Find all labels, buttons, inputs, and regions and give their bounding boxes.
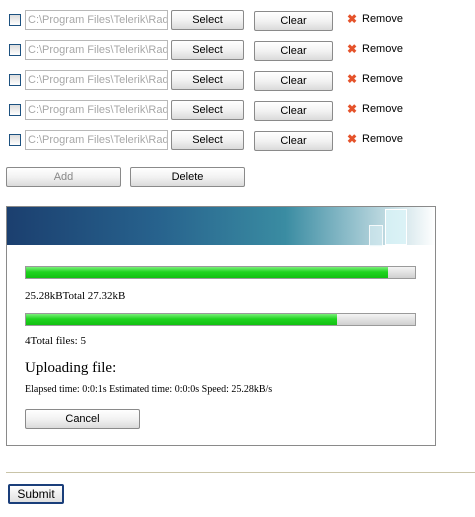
select-button[interactable]: Select: [171, 130, 244, 150]
remove-icon[interactable]: ✖: [346, 103, 358, 115]
row-checkbox[interactable]: [9, 134, 21, 146]
remove-link[interactable]: Remove: [362, 133, 403, 145]
file-path-input[interactable]: C:\Program Files\Telerik\RadC: [25, 100, 168, 120]
delete-button[interactable]: Delete: [130, 167, 245, 187]
files-progress-fill: [26, 314, 338, 325]
upload-row: C:\Program Files\Telerik\RadC Select Clear…: [9, 70, 469, 92]
files-progress-text: 4Total files: 5: [25, 335, 86, 347]
progress-header: [7, 207, 435, 247]
files-progress-bar: [25, 313, 416, 326]
upload-row: C:\Program Files\Telerik\RadC Select Clear…: [9, 10, 469, 32]
remove-icon[interactable]: ✖: [346, 133, 358, 145]
remove-icon[interactable]: ✖: [346, 43, 358, 55]
upload-row: C:\Program Files\Telerik\RadC Select Clear…: [9, 130, 469, 152]
bytes-progress-fill: [26, 267, 388, 278]
timing-text: Elapsed time: 0:0:1s Estimated time: 0:0…: [25, 384, 273, 395]
bytes-progress-bar: [25, 266, 416, 279]
row-checkbox[interactable]: [9, 104, 21, 116]
row-checkbox[interactable]: [9, 44, 21, 56]
remove-link[interactable]: Remove: [362, 73, 403, 85]
upload-row: C:\Program Files\Telerik\RadC Select Clear…: [9, 100, 469, 122]
remove-link[interactable]: Remove: [362, 13, 403, 25]
clear-button[interactable]: Clear: [254, 71, 333, 91]
bytes-progress-text: 25.28kBTotal 27.32kB: [25, 290, 126, 302]
uploading-heading: Uploading file:: [25, 360, 117, 376]
file-path-input[interactable]: C:\Program Files\Telerik\RadC: [25, 130, 168, 150]
row-checkbox[interactable]: [9, 14, 21, 26]
upload-row: C:\Program Files\Telerik\RadC Select Clear…: [9, 40, 469, 62]
submit-button[interactable]: Submit: [8, 484, 64, 504]
select-button[interactable]: Select: [171, 10, 244, 30]
clear-button[interactable]: Clear: [254, 131, 333, 151]
file-path-input[interactable]: C:\Program Files\Telerik\RadC: [25, 40, 168, 60]
remove-link[interactable]: Remove: [362, 103, 403, 115]
clear-button[interactable]: Clear: [254, 11, 333, 31]
clear-button[interactable]: Clear: [254, 101, 333, 121]
documents-icon: [385, 209, 407, 245]
documents-icon: [369, 225, 383, 247]
cancel-button[interactable]: Cancel: [25, 409, 140, 429]
divider: [6, 472, 475, 473]
select-button[interactable]: Select: [171, 40, 244, 60]
remove-link[interactable]: Remove: [362, 43, 403, 55]
add-button[interactable]: Add: [6, 167, 121, 187]
file-path-input[interactable]: C:\Program Files\Telerik\RadC: [25, 10, 168, 30]
remove-icon[interactable]: ✖: [346, 13, 358, 25]
select-button[interactable]: Select: [171, 70, 244, 90]
clear-button[interactable]: Clear: [254, 41, 333, 61]
progress-panel: 25.28kBTotal 27.32kB 4Total files: 5 Upl…: [6, 206, 436, 446]
remove-icon[interactable]: ✖: [346, 73, 358, 85]
row-checkbox[interactable]: [9, 74, 21, 86]
file-path-input[interactable]: C:\Program Files\Telerik\RadC: [25, 70, 168, 90]
select-button[interactable]: Select: [171, 100, 244, 120]
